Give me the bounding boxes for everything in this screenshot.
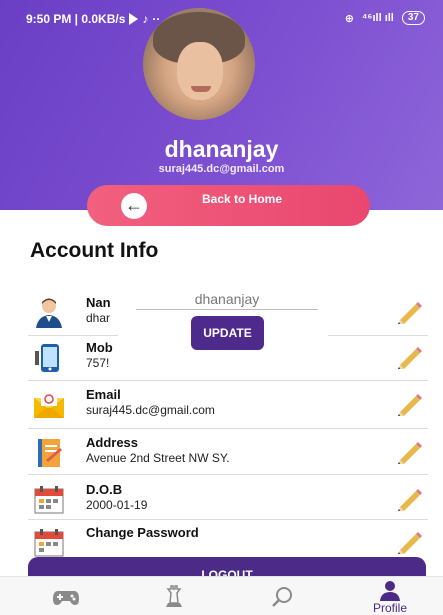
status-left: 9:50 PM | 0.0KB/s ♪ ··	[26, 12, 160, 26]
signal-icon: ⁴⁶ıll ıll	[361, 12, 394, 24]
pencil-icon[interactable]	[396, 392, 424, 416]
arrow-left-icon: ←	[121, 193, 147, 219]
vibrate-icon: ⊕	[344, 12, 354, 25]
nav-games[interactable]	[31, 577, 101, 615]
pencil-icon[interactable]	[396, 487, 424, 511]
pencil-icon[interactable]	[396, 300, 424, 324]
page-title: Account Info	[30, 239, 159, 262]
name-edit-input[interactable]	[136, 288, 318, 310]
divider	[28, 519, 428, 520]
list-item-email[interactable]: Email suraj445.dc@gmail.com	[28, 384, 428, 430]
back-to-home-label: Back to Home	[201, 192, 283, 206]
item-value: suraj445.dc@gmail.com	[86, 403, 215, 417]
profile-icon	[380, 581, 400, 601]
search-icon	[272, 587, 292, 607]
item-label: D.O.B	[86, 482, 123, 497]
pencil-icon[interactable]	[396, 440, 424, 464]
divider	[28, 380, 428, 381]
divider	[28, 428, 428, 429]
list-item-address[interactable]: Address Avenue 2nd Street NW SY.	[28, 432, 428, 478]
update-button[interactable]: UPDATE	[191, 316, 264, 350]
item-value: 2000-01-19	[86, 498, 148, 512]
divider	[28, 474, 428, 475]
item-label: Address	[86, 435, 139, 450]
profile-header: 9:50 PM | 0.0KB/s ♪ ·· ⊕ ⁴⁶ıll ıll 37 dh…	[0, 0, 443, 210]
user-icon	[36, 298, 62, 328]
tiktok-icon: ♪	[142, 12, 149, 26]
avatar[interactable]	[143, 8, 255, 120]
item-value: dhar	[86, 311, 111, 325]
nav-profile-label: Profile	[372, 601, 407, 615]
item-label: Change Password	[86, 525, 199, 540]
calendar-icon	[34, 486, 64, 514]
gamepad-icon	[53, 591, 79, 605]
item-value: 757!	[86, 356, 110, 370]
user-name: dhananjay	[164, 136, 279, 162]
battery-icon: 37	[401, 11, 425, 25]
avatar-mouth	[191, 86, 211, 92]
chess-icon	[166, 585, 182, 607]
item-label: Mob	[86, 340, 113, 355]
status-right: ⊕ ⁴⁶ıll ıll 37	[345, 11, 425, 25]
play-icon	[129, 13, 139, 25]
status-time: 9:50 PM | 0.0KB/s	[26, 12, 126, 26]
back-to-home-button[interactable]: ← Back to Home	[87, 185, 370, 226]
item-label: Email	[86, 387, 121, 402]
address-book-icon	[38, 439, 62, 467]
nav-profile[interactable]: Profile	[355, 577, 425, 615]
user-email: suraj445.dc@gmail.com	[158, 163, 285, 175]
calendar-icon	[34, 529, 64, 557]
nav-search[interactable]	[248, 577, 318, 615]
bottom-nav: Profile	[0, 576, 443, 615]
item-label: Nan	[86, 295, 111, 310]
profile-screen: 9:50 PM | 0.0KB/s ♪ ·· ⊕ ⁴⁶ıll ıll 37 dh…	[0, 0, 443, 615]
email-icon	[34, 392, 64, 418]
edit-name-popup: UPDATE	[118, 284, 328, 354]
pencil-icon[interactable]	[396, 345, 424, 369]
item-value: Avenue 2nd Street NW SY.	[86, 451, 230, 465]
nav-chess[interactable]	[139, 577, 209, 615]
phone-icon	[35, 344, 59, 372]
pencil-icon[interactable]	[396, 530, 424, 554]
